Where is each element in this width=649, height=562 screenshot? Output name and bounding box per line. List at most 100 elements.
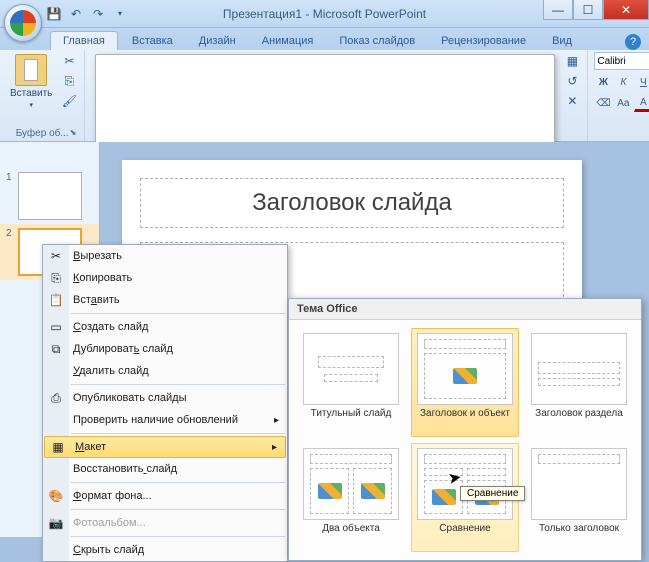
- ctx-label: Макет: [75, 441, 106, 453]
- ctx-item[interactable]: ⧉ Дублировать слайд: [43, 338, 287, 360]
- close-button[interactable]: ✕: [603, 0, 649, 20]
- tab-review[interactable]: Рецензирование: [429, 32, 538, 50]
- ctx-item[interactable]: ⎘Копировать: [43, 267, 287, 289]
- bold-button[interactable]: Ж: [594, 73, 612, 91]
- layout-option[interactable]: Два объекта: [297, 443, 405, 552]
- tab-home[interactable]: Главная: [50, 31, 118, 50]
- ctx-item[interactable]: Скрыть слайд: [43, 539, 287, 561]
- ctx-icon: [47, 541, 65, 559]
- ctx-icon: ▭: [47, 318, 65, 336]
- ctx-label: Проверить наличие обновлений: [73, 414, 238, 426]
- ctx-label: Восстановить слайд: [73, 463, 177, 475]
- layout-name: Титульный слайд: [311, 408, 392, 432]
- ctx-item[interactable]: Восстановить слайд: [43, 458, 287, 480]
- ribbon-group-slides: Создать слайд ▦ ↺ ✕ Слайды: [85, 50, 588, 141]
- ribbon-group-font: A▴ A▾ Ж К Ч abc S AV ⌫ Aa A Шрифт: [588, 50, 649, 141]
- ctx-label: Копировать: [73, 272, 132, 284]
- layout-option[interactable]: Заголовок и объект: [411, 328, 519, 437]
- thumbnail-slide: [18, 172, 82, 220]
- undo-icon[interactable]: ↶: [68, 6, 84, 22]
- window-title: Презентация1 - Microsoft PowerPoint: [223, 7, 426, 21]
- layout-option[interactable]: Титульный слайд: [297, 328, 405, 437]
- clipboard-icon: [15, 54, 47, 86]
- tab-design[interactable]: Дизайн: [187, 32, 248, 50]
- italic-button[interactable]: К: [614, 73, 632, 91]
- ctx-label: Дублировать слайд: [73, 343, 173, 355]
- layout-thumb: [417, 333, 513, 405]
- ctx-item[interactable]: 📋 Вставить: [43, 289, 287, 311]
- ctx-label: Формат фона...: [73, 490, 152, 502]
- group-label-clipboard: Буфер об...: [6, 127, 78, 141]
- layout-name: Сравнение: [439, 523, 490, 547]
- layout-thumb: [303, 333, 399, 405]
- layout-thumb: [303, 448, 399, 520]
- thumbnail-1[interactable]: 1: [0, 168, 99, 224]
- underline-button[interactable]: Ч: [634, 73, 649, 91]
- ctx-label: Создать слайд: [73, 321, 148, 333]
- ctx-item[interactable]: ▭ Создать слайд: [43, 316, 287, 338]
- layout-icon[interactable]: ▦: [563, 52, 581, 70]
- ctx-item[interactable]: 🎨 Формат фона...: [43, 485, 287, 507]
- ribbon: Вставить ▾ ✂ ⎘ 🖌 Буфер об... Создать сла…: [0, 50, 649, 142]
- cut-icon[interactable]: ✂: [60, 52, 78, 70]
- layout-name: Два объекта: [322, 523, 380, 547]
- ctx-label: Вырезать: [73, 250, 122, 262]
- ctx-label: Опубликовать слайды: [73, 392, 187, 404]
- format-painter-icon[interactable]: 🖌: [60, 92, 78, 110]
- ctx-item[interactable]: Удалить слайд: [43, 360, 287, 382]
- tab-slideshow[interactable]: Показ слайдов: [327, 32, 427, 50]
- ctx-label: Вставить: [73, 294, 120, 306]
- maximize-button[interactable]: ☐: [573, 0, 603, 20]
- layout-name: Заголовок раздела: [535, 408, 623, 432]
- group-label-font: Шрифт: [594, 127, 649, 141]
- ctx-item[interactable]: ▦ Макет: [44, 436, 286, 458]
- font-color-icon[interactable]: A: [634, 94, 649, 112]
- ctx-icon: ⧉: [47, 340, 65, 358]
- ctx-item[interactable]: Проверить наличие обновлений: [43, 409, 287, 431]
- clear-format-icon[interactable]: ⌫: [594, 94, 612, 112]
- tab-insert[interactable]: Вставка: [120, 32, 185, 50]
- ctx-label: Фотоальбом...: [73, 517, 146, 529]
- ctx-icon: [47, 460, 65, 478]
- layout-name: Заголовок и объект: [420, 408, 510, 432]
- layout-option[interactable]: Заголовок раздела: [525, 328, 633, 437]
- help-icon[interactable]: ?: [625, 34, 641, 50]
- layout-thumb: [531, 448, 627, 520]
- minimize-button[interactable]: —: [543, 0, 573, 20]
- ctx-icon: 📋: [47, 291, 65, 309]
- tab-view[interactable]: Вид: [540, 32, 584, 50]
- redo-icon[interactable]: ↷: [90, 6, 106, 22]
- thumb-number: 1: [6, 172, 14, 183]
- save-icon[interactable]: 💾: [46, 6, 62, 22]
- tab-animation[interactable]: Анимация: [250, 32, 326, 50]
- delete-slide-icon[interactable]: ✕: [563, 92, 581, 110]
- layout-thumb: [531, 333, 627, 405]
- ctx-icon: 🎨: [47, 487, 65, 505]
- ctx-item: 📷Фотоальбом...: [43, 512, 287, 534]
- ctx-icon: ⎙: [47, 389, 65, 407]
- thumb-number: 2: [6, 228, 14, 239]
- qat-dropdown-icon[interactable]: ▾: [112, 6, 128, 22]
- office-button[interactable]: [4, 4, 42, 42]
- ribbon-tabs: Главная Вставка Дизайн Анимация Показ сл…: [0, 28, 649, 50]
- title-text: Заголовок слайда: [151, 189, 553, 217]
- ctx-item[interactable]: ⎙ Опубликовать слайды: [43, 387, 287, 409]
- ctx-icon: ▦: [49, 438, 67, 456]
- ctx-icon: [47, 362, 65, 380]
- paste-button[interactable]: Вставить ▾: [6, 52, 56, 111]
- ctx-icon: ✂: [47, 247, 65, 265]
- ctx-label: Скрыть слайд: [73, 544, 144, 556]
- context-menu: ✂ Вырезать ⎘Копировать 📋 Вставить ▭ Создать сл…: [42, 244, 288, 562]
- layout-option[interactable]: Только заголовок: [525, 443, 633, 552]
- ctx-label: Удалить слайд: [73, 365, 149, 377]
- font-family-select[interactable]: [594, 52, 649, 70]
- layout-flyout: Тема Office Титульный слайдЗаголовок и о…: [288, 298, 642, 561]
- ctx-item[interactable]: ✂ Вырезать: [43, 245, 287, 267]
- change-case-icon[interactable]: Aa: [614, 94, 632, 112]
- title-placeholder[interactable]: Заголовок слайда: [140, 178, 564, 228]
- tooltip: Сравнение: [460, 486, 525, 501]
- title-bar: 💾 ↶ ↷ ▾ Презентация1 - Microsoft PowerPo…: [0, 0, 649, 28]
- reset-icon[interactable]: ↺: [563, 72, 581, 90]
- copy-icon[interactable]: ⎘: [60, 72, 78, 90]
- paste-label: Вставить: [10, 88, 52, 99]
